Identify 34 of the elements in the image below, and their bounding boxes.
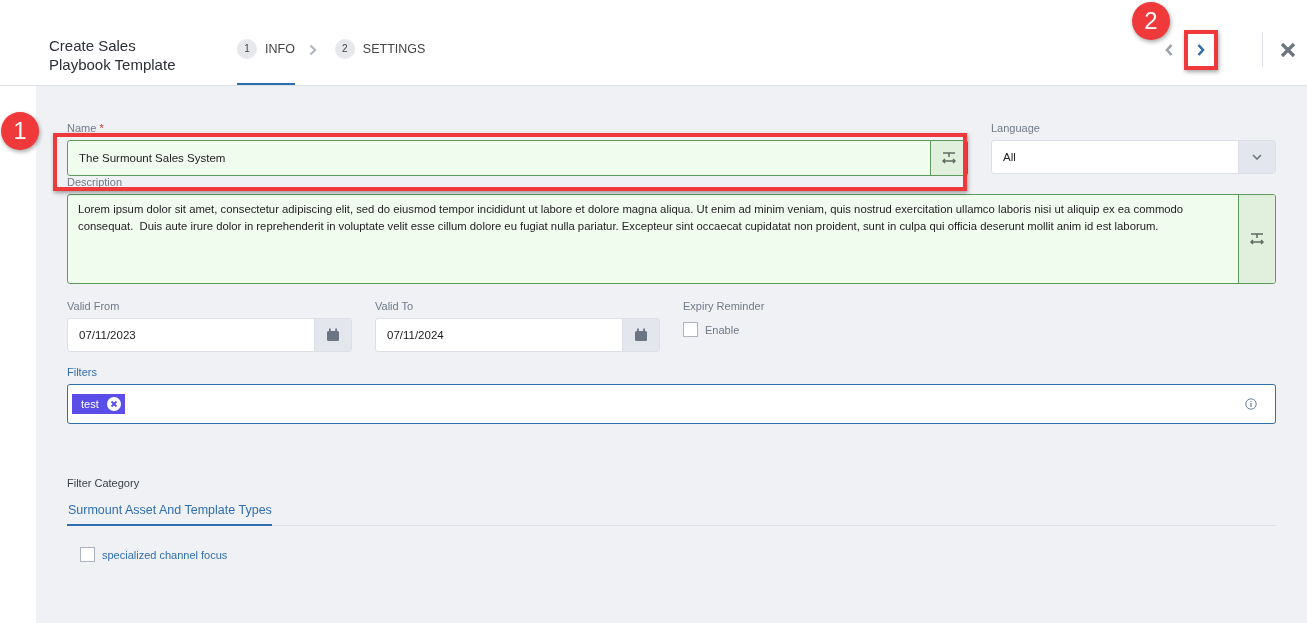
filter-tag: test: [72, 394, 125, 414]
date-field[interactable]: 07/11/2024: [375, 318, 660, 352]
chevron-left-icon: [1164, 42, 1174, 57]
checkbox[interactable]: [683, 322, 698, 337]
calendar-icon: [326, 328, 340, 342]
remove-icon[interactable]: [106, 397, 121, 411]
description-field[interactable]: Lorem ipsum dolor sit amet, consectetur adipiscing elit, sed do eiusmod tempor incididunt ut labore et dolore magna aliqua. Ut enim ad minim veniam, quis nostrud exercitation ullamco laboris nisi ut aliquip ex ea commodo consequat. Duis aute irure dolor in reprehenderit in voluptate velit esse cillum dolore eu fugiat nulla pariatur. Excepteur sint occaecat cupidatat non proident, sunt in culpa qui officia deserunt mollit anim id est laborum.: [67, 194, 1276, 284]
caret-down-icon: [1252, 154, 1262, 160]
field-label: Expiry Reminder: [683, 300, 765, 312]
checkbox-label: specialized channel focus: [102, 548, 228, 561]
field-label: Valid To: [375, 300, 414, 312]
field-label: Valid From: [67, 300, 120, 312]
dialog-title: Create Sales Playbook Template: [49, 35, 177, 74]
category-tab[interactable]: Surmount Asset And Template Types: [67, 503, 272, 526]
chevron-right-icon: [308, 43, 317, 56]
calendar-icon: [634, 328, 648, 342]
callout-badge: 2: [1132, 1, 1170, 40]
highlight-frame: [1184, 29, 1218, 70]
checkbox-label: Enable: [705, 323, 740, 336]
section-label: Filter Category: [67, 477, 140, 489]
field-label: Description: [67, 176, 123, 188]
field-label: Name *: [67, 122, 104, 134]
translate-icon: [1238, 195, 1275, 283]
step-tab[interactable]: 2 SETTINGS: [334, 14, 426, 85]
chevron-right-icon: [1196, 42, 1206, 57]
field-label: Language: [991, 122, 1040, 134]
language-dropdown[interactable]: All: [991, 140, 1276, 174]
checkbox[interactable]: [80, 547, 95, 562]
field-label: Filters: [67, 366, 97, 378]
name-field[interactable]: The Surmount Sales System: [67, 140, 968, 176]
filters-field[interactable]: test: [67, 384, 1276, 424]
date-field[interactable]: 07/11/2023: [67, 318, 352, 352]
info-icon: [1245, 398, 1257, 410]
close-button[interactable]: [1280, 41, 1296, 58]
